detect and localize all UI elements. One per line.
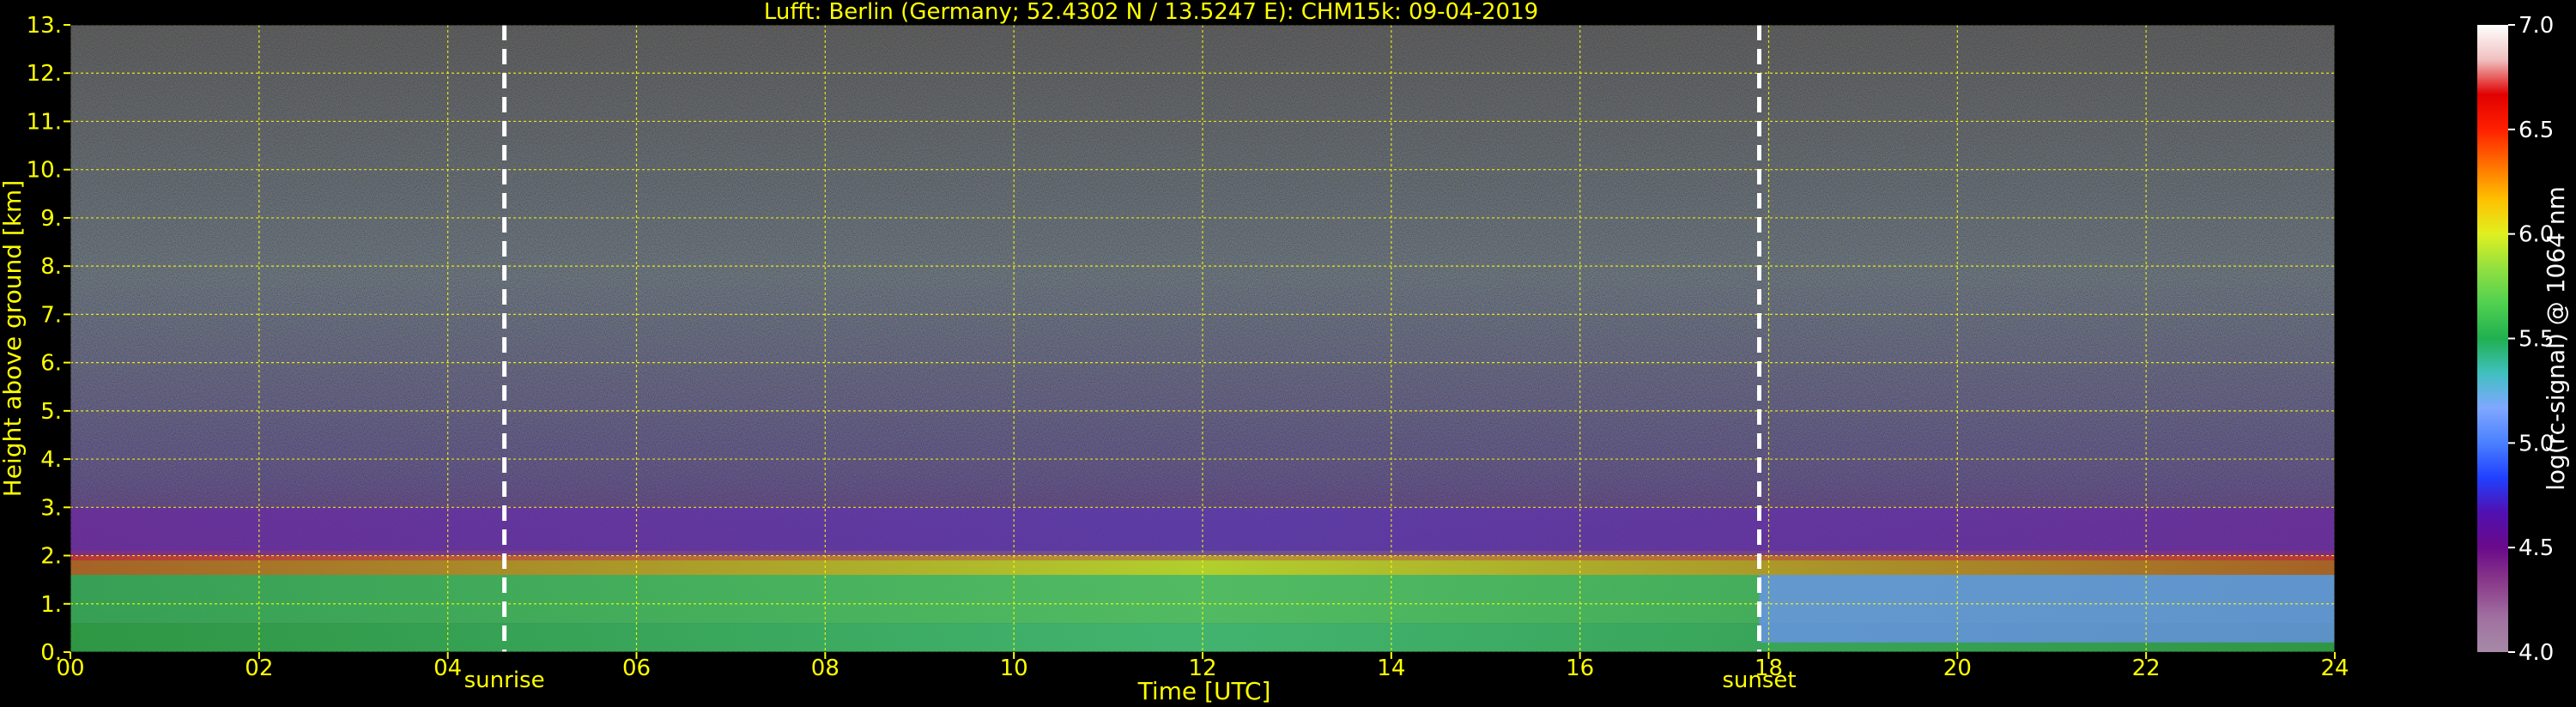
x-tick-label: 22	[2132, 656, 2161, 681]
event-annotations: sunrise sunset	[464, 668, 1797, 693]
colorbar-tick-label: 7.0	[2518, 13, 2554, 39]
colorbar-rect	[2477, 25, 2508, 652]
y-tick-label: 0.	[40, 640, 62, 666]
night-layer-band	[1759, 575, 2335, 643]
y-axis-label: Height above ground [km]	[0, 180, 27, 498]
y-tick-label: 3.	[40, 495, 62, 521]
colorbar-tick-label: 4.5	[2518, 535, 2554, 561]
y-tick-label: 1.	[40, 592, 62, 618]
y-tick-label: 11.	[27, 109, 62, 135]
chart-title: Lufft: Berlin (Germany; 52.4302 N / 13.5…	[764, 0, 1538, 25]
colorbar-tick-label: 6.5	[2518, 118, 2554, 143]
colorbar: 4.04.55.05.56.06.57.0 log(rc-signal) @ 1…	[2477, 13, 2570, 666]
aerosol-layers	[70, 507, 2335, 652]
x-tick-label: 16	[1566, 656, 1594, 681]
sunset-label: sunset	[1722, 668, 1796, 693]
y-tick-label: 12.	[27, 61, 62, 87]
y-tick-label: 10.	[27, 158, 62, 184]
y-tick-label: 7.	[40, 302, 62, 328]
lidar-chart: Lufft: Berlin (Germany; 52.4302 N / 13.5…	[0, 0, 2576, 707]
chart-svg: Lufft: Berlin (Germany; 52.4302 N / 13.5…	[0, 0, 2570, 705]
y-tick-label: 2.	[40, 544, 62, 570]
y-tick-label: 5.	[40, 399, 62, 425]
x-tick-label: 06	[622, 656, 651, 681]
y-axis-ticks: 0. 1. 2. 3. 4. 5. 6. 7. 8. 9. 10. 11. 12. 13.	[27, 13, 70, 666]
x-tick-label: 04	[433, 656, 462, 681]
y-tick-label: 8.	[40, 254, 62, 280]
y-tick-label: 13.	[27, 13, 62, 39]
x-tick-label: 08	[811, 656, 839, 681]
x-tick-label: 20	[1943, 656, 1972, 681]
x-tick-label: 10	[1000, 656, 1028, 681]
y-tick-label: 4.	[40, 447, 62, 473]
x-axis-label: Time [UTC]	[1137, 677, 1271, 705]
sunrise-label: sunrise	[464, 668, 545, 693]
colorbar-label: log(rc-signal) @ 1064 nm	[2542, 186, 2570, 491]
x-tick-label: 24	[2320, 656, 2349, 681]
x-tick-label: 14	[1377, 656, 1405, 681]
colorbar-tick-label: 4.0	[2518, 640, 2554, 666]
plot-area	[70, 25, 2335, 652]
y-tick-label: 9.	[40, 206, 62, 232]
x-tick-label: 02	[245, 656, 273, 681]
y-tick-label: 6.	[40, 351, 62, 377]
